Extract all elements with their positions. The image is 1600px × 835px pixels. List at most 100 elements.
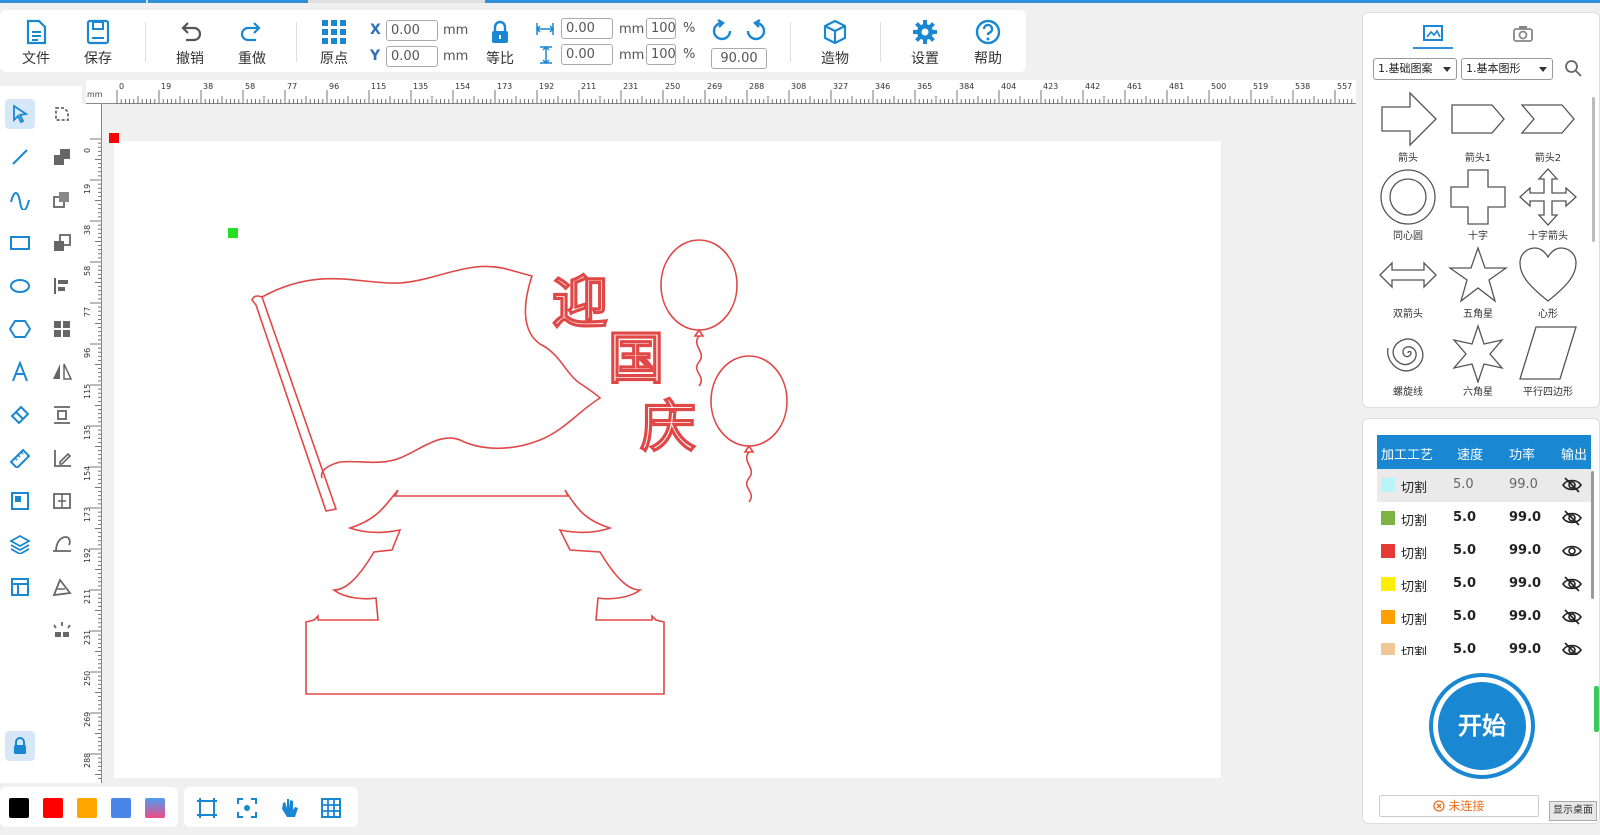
layer-row[interactable]: 切割 5.0 99.0 (1377, 634, 1591, 655)
layer-power[interactable]: 99.0 (1509, 543, 1541, 558)
layer-power[interactable]: 99.0 (1509, 609, 1541, 624)
search-icon[interactable] (1564, 59, 1582, 77)
balloon-1-shape (660, 239, 738, 331)
layer-process[interactable]: 切割 (1401, 642, 1427, 655)
view-controls-bar (184, 787, 358, 827)
eye-off-icon[interactable] (1561, 641, 1583, 655)
cross-arrow-icon (1519, 168, 1577, 226)
header-power: 功率 (1509, 448, 1536, 463)
shape-label: 十字 (1468, 231, 1488, 242)
shape-arrow[interactable]: 箭头 (1373, 89, 1443, 167)
layer-row[interactable]: 切割 5.0 99.0 (1377, 568, 1591, 601)
shape-arrow-2[interactable]: 箭头2 (1513, 89, 1583, 167)
fit-selection-icon[interactable] (236, 797, 258, 819)
balloon-2-shape (710, 355, 788, 447)
layer-speed[interactable]: 5.0 (1453, 609, 1476, 624)
heart-icon (1519, 247, 1577, 302)
gate-tower-shape (305, 489, 665, 695)
layer-table: 加工工艺 速度 功率 输出 切割 5.0 99.0 切割 5.0 99.0 切割 5.0 99.… (1377, 435, 1591, 655)
grid-toggle-icon[interactable] (320, 797, 342, 819)
subcategory-select-value: 1.基本图形 (1466, 62, 1521, 75)
shape-label: 双箭头 (1393, 309, 1423, 320)
subcategory-select[interactable]: 1.基本图形 (1461, 58, 1553, 80)
layer-color-swatch (1381, 478, 1395, 492)
shape-label: 五角星 (1463, 309, 1493, 320)
layer-speed[interactable]: 5.0 (1453, 576, 1476, 591)
tab-shapes[interactable] (1413, 19, 1453, 49)
shape-five-point-star[interactable]: 五角星 (1443, 245, 1513, 323)
shape-library-panel: 1.基础图案 1.基本图形 箭头 箭头1 箭头2 同心圆 十字 十字箭头 双箭头… (1362, 12, 1600, 408)
layer-row[interactable]: 切割 5.0 99.0 (1377, 601, 1591, 634)
shape-label: 六角星 (1463, 387, 1493, 398)
category-select[interactable]: 1.基础图案 (1373, 58, 1457, 80)
design-drawing[interactable]: 迎 国 庆 (0, 0, 1600, 835)
category-select-value: 1.基础图案 (1378, 62, 1433, 75)
layer-speed[interactable]: 5.0 (1453, 477, 1474, 492)
layer-speed[interactable]: 5.0 (1453, 543, 1476, 558)
layer-speed[interactable]: 5.0 (1453, 642, 1476, 655)
shape-cross-arrow[interactable]: 十字箭头 (1513, 167, 1583, 245)
concentric-circle-icon (1380, 169, 1436, 225)
connection-status[interactable]: 未连接 (1379, 795, 1539, 817)
layer-process[interactable]: 切割 (1401, 477, 1427, 496)
layer-speed[interactable]: 5.0 (1453, 510, 1476, 525)
tab-camera[interactable] (1503, 19, 1543, 49)
eye-off-icon[interactable] (1561, 575, 1583, 593)
design-text-ying: 迎 (552, 270, 608, 336)
arrow-shape-icon (1381, 91, 1437, 147)
layer-power[interactable]: 99.0 (1509, 510, 1541, 525)
layer-process-panel: 加工工艺 速度 功率 输出 切割 5.0 99.0 切割 5.0 99.0 切割 5.0 99.… (1362, 418, 1600, 824)
layer-process[interactable]: 切割 (1401, 576, 1427, 595)
chevron-down-icon (1539, 67, 1547, 72)
layer-table-scrollbar[interactable] (1591, 471, 1594, 599)
double-arrow-icon (1379, 261, 1437, 289)
shape-list-scrollbar[interactable] (1592, 97, 1595, 242)
shape-cross[interactable]: 十字 (1443, 167, 1513, 245)
balloon-2-string (743, 444, 755, 503)
shape-parallelogram[interactable]: 平行四边形 (1513, 323, 1583, 401)
swatch-orange[interactable] (77, 798, 97, 818)
close-circle-icon (1433, 800, 1446, 812)
eye-icon[interactable] (1561, 542, 1583, 560)
layer-process[interactable]: 切割 (1401, 609, 1427, 628)
color-palette-bar (0, 787, 178, 827)
start-button[interactable]: 开始 (1429, 673, 1535, 779)
shape-heart[interactable]: 心形 (1513, 245, 1583, 323)
layer-power[interactable]: 99.0 (1509, 477, 1538, 492)
shape-arrow-1[interactable]: 箭头1 (1443, 89, 1513, 167)
flag-shape (261, 265, 602, 479)
swatch-red[interactable] (43, 798, 63, 818)
layer-process[interactable]: 切割 (1401, 543, 1427, 562)
chevron-down-icon (1443, 67, 1451, 72)
shape-spiral[interactable]: 螺旋线 (1373, 323, 1443, 401)
layer-color-swatch (1381, 511, 1395, 525)
fit-page-icon[interactable] (196, 797, 218, 819)
eye-off-icon[interactable] (1561, 608, 1583, 626)
shape-double-arrow[interactable]: 双箭头 (1373, 245, 1443, 323)
shape-six-point-star[interactable]: 六角星 (1443, 323, 1513, 401)
image-icon (1423, 25, 1443, 41)
shape-label: 平行四边形 (1523, 387, 1573, 398)
status-indicator-bar (1594, 686, 1599, 732)
layer-row[interactable]: 切割 5.0 99.0 (1377, 535, 1591, 568)
shape-label: 箭头2 (1534, 153, 1562, 164)
layer-color-swatch (1381, 643, 1395, 655)
layer-process[interactable]: 切割 (1401, 510, 1427, 529)
star-icon (1448, 246, 1508, 303)
layer-row[interactable]: 切割 5.0 99.0 (1377, 502, 1591, 535)
cross-shape-icon (1450, 169, 1506, 225)
header-speed: 速度 (1457, 448, 1484, 463)
swatch-black[interactable] (9, 798, 29, 818)
eye-off-icon[interactable] (1561, 509, 1583, 527)
layer-power[interactable]: 99.0 (1509, 576, 1541, 591)
swatch-gradient[interactable] (145, 798, 165, 818)
connection-status-text: 未连接 (1448, 799, 1485, 813)
shape-concentric-circle[interactable]: 同心圆 (1373, 167, 1443, 245)
layer-power[interactable]: 99.0 (1509, 642, 1541, 655)
layer-row[interactable]: 切割 5.0 99.0 (1377, 469, 1591, 502)
swatch-blue[interactable] (111, 798, 131, 818)
pan-hand-icon[interactable] (278, 797, 300, 819)
eye-off-icon[interactable] (1561, 476, 1583, 494)
layer-color-swatch (1381, 610, 1395, 624)
six-point-star-icon (1452, 323, 1504, 383)
